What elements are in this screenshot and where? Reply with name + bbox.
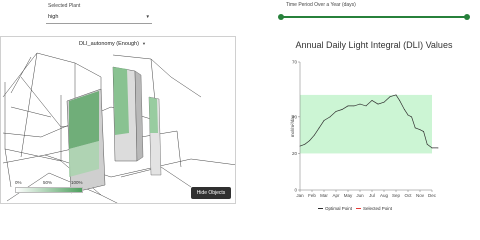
slider-start-handle[interactable] [278, 14, 284, 20]
dli-point [359, 103, 361, 105]
dli-point [309, 140, 310, 142]
legend-tick-50: 50% [43, 180, 53, 185]
x-tick-label-may: May [344, 193, 353, 198]
dli-point [411, 116, 412, 118]
x-tick-label-jan: Jan [296, 193, 304, 198]
dli-point [318, 127, 320, 129]
x-tick-label-dec: Dec [428, 193, 437, 198]
chart-title: Annual Daily Light Integral (DLI) Values [295, 40, 453, 50]
chevron-down-icon: ▼ [141, 41, 146, 46]
legend-optimal-label: Optimal Point [325, 205, 353, 211]
metric-select-value: DLI_autonomy (Enough) [79, 41, 139, 47]
selected-point-swatch [356, 207, 362, 209]
x-tick-label-jun: Jun [356, 193, 364, 198]
dli-point [437, 147, 439, 149]
dli-point [383, 101, 385, 103]
chevron-down-icon: ▼ [145, 14, 150, 19]
dli-point [407, 114, 409, 116]
dli-point [426, 143, 428, 145]
dli-point [323, 120, 325, 121]
dli-point [377, 103, 379, 105]
y-tick-label-70: 70 [292, 60, 298, 65]
y-axis-label: mol/m²/day [290, 114, 295, 137]
x-tick-label-feb: Feb [308, 193, 316, 198]
dli-point [395, 94, 397, 96]
slider-end-handle[interactable] [464, 14, 470, 20]
dli-point [341, 109, 343, 110]
plant-select-value: high [48, 14, 59, 20]
color-legend-bar [15, 187, 83, 193]
dli-point [371, 100, 373, 101]
dli-point [314, 134, 315, 136]
dli-point [399, 100, 400, 101]
x-tick-label-jul: Jul [369, 193, 375, 198]
dli-point [389, 96, 391, 98]
chart-legend: Optimal Point Selected Point [318, 204, 428, 212]
dli-point [419, 129, 421, 131]
dli-point [423, 131, 424, 132]
plant-select[interactable]: high ▼ [46, 12, 152, 24]
dli-point [404, 109, 405, 110]
x-tick-label-sep: Sep [392, 193, 401, 198]
x-tick-label-nov: Nov [416, 193, 425, 198]
dli-point [299, 145, 301, 147]
legend-selected-point: Selected Point [356, 206, 392, 211]
x-tick-label-apr: Apr [332, 193, 340, 198]
legend-tick-0: 0% [15, 180, 22, 185]
x-tick-label-aug: Aug [380, 193, 389, 198]
y-tick-label-0: 0 [294, 188, 297, 193]
slider-track [282, 16, 466, 18]
dli-point [304, 143, 306, 145]
dli-point [335, 110, 337, 112]
3d-viewer[interactable]: DLI_autonomy (Enough) ▼ 0% 50% 100% Hide … [0, 36, 236, 204]
optimal-point-swatch [318, 207, 323, 209]
optimal-band [300, 94, 432, 154]
dli-point [414, 127, 416, 129]
dli-point [365, 105, 367, 107]
dli-point [353, 105, 355, 107]
x-tick-label-mar: Mar [320, 193, 328, 198]
dli-point [431, 147, 433, 149]
time-period-label: Time Period Over a Year (days) [286, 2, 356, 8]
dli-chart: 0204070Jan Feb Mar Apr May Jun Jul Aug Sep Oct Nov… [290, 60, 439, 198]
legend-selected-label: Selected Point [363, 205, 393, 211]
3d-scene[interactable] [1, 37, 236, 204]
dli-point [347, 105, 349, 107]
hide-objects-button[interactable]: Hide Objects [191, 187, 231, 199]
legend-optimal-point: Optimal Point [318, 206, 352, 211]
y-tick-label-20: 20 [292, 151, 298, 156]
legend-tick-100: 100% [71, 180, 83, 185]
x-tick-label-oct: Oct [404, 193, 412, 198]
time-period-slider[interactable] [278, 12, 470, 22]
dli-point [329, 116, 331, 118]
selected-plant-label: Selected Plant [48, 3, 81, 9]
metric-select[interactable]: DLI_autonomy (Enough) ▼ [79, 41, 146, 47]
